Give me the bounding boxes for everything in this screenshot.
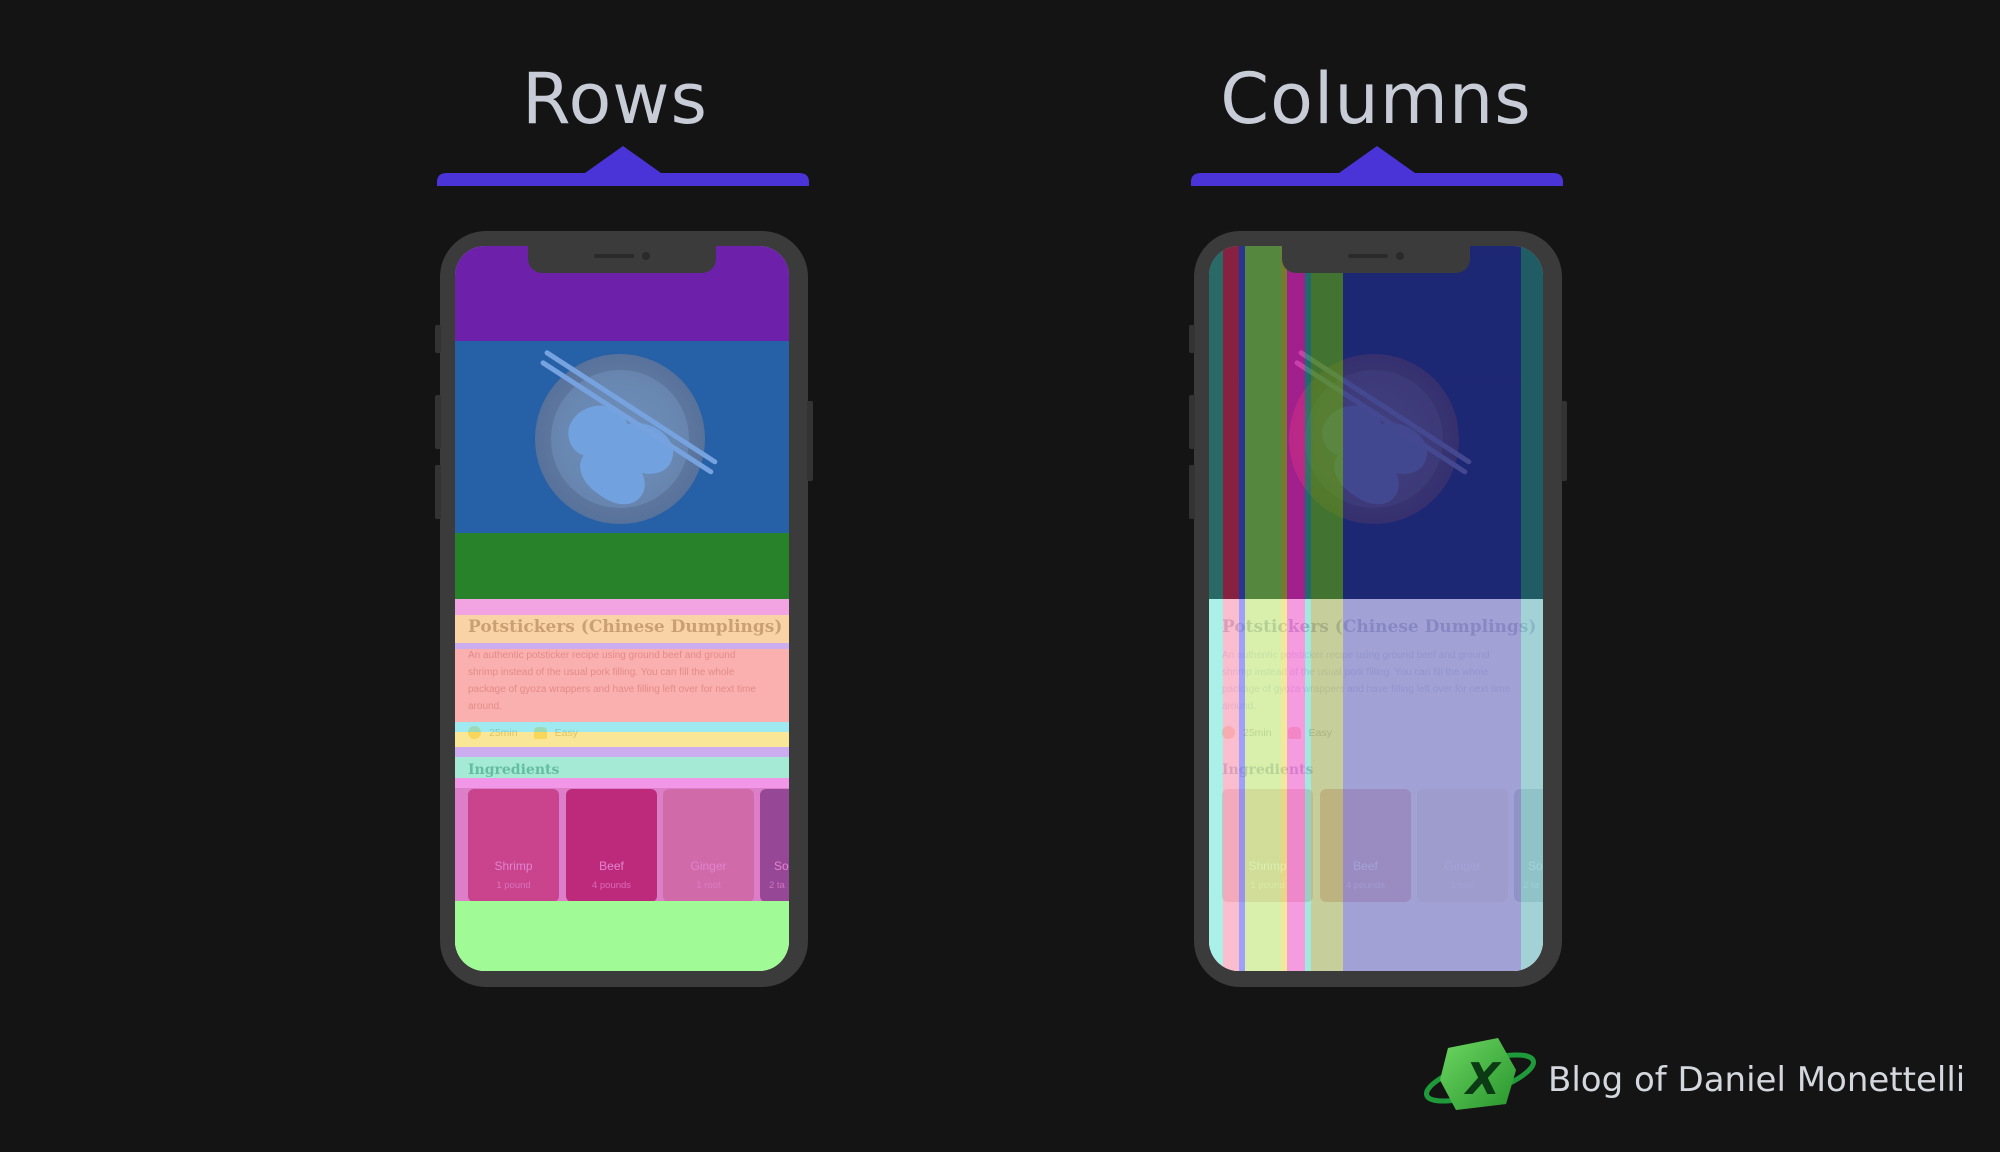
recipe-title: Potstickers (Chinese Dumplings): [468, 617, 783, 637]
notch: [1282, 246, 1470, 273]
difficulty-label: Easy: [554, 726, 578, 739]
chef-hat-icon: [1287, 726, 1301, 739]
brand-text: Blog of Daniel Monettelli: [1548, 1060, 1966, 1100]
rows-phone: Potstickers (Chinese Dumplings) An authe…: [435, 231, 813, 987]
hero-image: [455, 246, 789, 599]
ingredient-qty: 1 root: [696, 880, 721, 891]
rows-title: Rows: [521, 58, 709, 140]
ingredient-card-ginger[interactable]: Ginger 1 root: [1417, 789, 1508, 902]
recipe-meta: 25min Easy: [468, 726, 578, 739]
ingredient-qty: 1 pound: [1250, 880, 1285, 891]
ingredient-card-shrimp[interactable]: Shrimp 1 pound: [1222, 789, 1313, 902]
time-label: 25min: [489, 726, 518, 739]
ingredient-name: Shrimp: [494, 859, 533, 873]
recipe-content: Potstickers (Chinese Dumplings) An authe…: [1209, 599, 1543, 971]
rows-pointer: [437, 146, 809, 186]
ingredient-name: Ginger: [1444, 859, 1481, 873]
ingredient-cards: Shrimp 1 pound Beef 4 pounds Ginger 1 ro…: [1222, 789, 1543, 902]
recipe-title: Potstickers (Chinese Dumplings): [1222, 617, 1537, 637]
ingredient-name: Beef: [1353, 859, 1378, 873]
ingredient-card-ginger[interactable]: Ginger 1 root: [663, 789, 754, 902]
columns-title: Columns: [1220, 58, 1532, 140]
clock-icon: [1222, 726, 1235, 739]
ingredient-card-beef[interactable]: Beef 4 pounds: [566, 789, 657, 902]
ingredients-heading: Ingredients: [1222, 762, 1314, 778]
ingredient-name: So: [1528, 859, 1543, 873]
ingredient-name: Beef: [599, 859, 624, 873]
time-label: 25min: [1243, 726, 1272, 739]
ingredient-qty: 1 pound: [496, 880, 531, 891]
recipe-description: An authentic potsticker recipe using gro…: [468, 650, 756, 712]
brand: X Blog of Daniel Monettelli: [1420, 1030, 1980, 1120]
ingredient-qty: 4 pounds: [591, 880, 632, 891]
ingredient-card-beef[interactable]: Beef 4 pounds: [1320, 789, 1411, 902]
rows-screen: Potstickers (Chinese Dumplings) An authe…: [455, 246, 789, 971]
difficulty-label: Easy: [1308, 726, 1332, 739]
ingredient-name: So: [774, 859, 789, 873]
ingredient-card-shrimp[interactable]: Shrimp 1 pound: [468, 789, 559, 902]
recipe-meta: 25min Easy: [1222, 726, 1332, 739]
ingredient-qty: 2 ta: [1523, 880, 1539, 891]
x-planet-logo: X: [1424, 1038, 1536, 1110]
ingredient-cards: Shrimp 1 pound Beef 4 pounds Ginger 1 ro…: [468, 789, 789, 902]
ingredient-name: Shrimp: [1248, 859, 1287, 873]
ingredient-card-soy[interactable]: So 2 ta: [760, 789, 789, 902]
recipe-content: Potstickers (Chinese Dumplings) An authe…: [455, 599, 789, 971]
columns-phone: Potstickers (Chinese Dumplings) An authe…: [1189, 231, 1567, 987]
ingredient-card-soy[interactable]: So 2 ta: [1514, 789, 1543, 902]
notch: [528, 246, 716, 273]
columns-screen: Potstickers (Chinese Dumplings) An authe…: [1209, 246, 1543, 971]
chef-hat-icon: [533, 726, 547, 739]
ingredient-qty: 2 ta: [769, 880, 785, 891]
columns-pointer: [1191, 146, 1563, 186]
ingredient-name: Ginger: [690, 859, 727, 873]
ingredient-qty: 4 pounds: [1345, 880, 1386, 891]
hero-image: [1209, 246, 1543, 599]
clock-icon: [468, 726, 481, 739]
svg-text:X: X: [1463, 1054, 1502, 1105]
recipe-description: An authentic potsticker recipe using gro…: [1222, 650, 1510, 712]
ingredients-heading: Ingredients: [468, 762, 560, 778]
ingredient-qty: 1 root: [1450, 880, 1475, 891]
